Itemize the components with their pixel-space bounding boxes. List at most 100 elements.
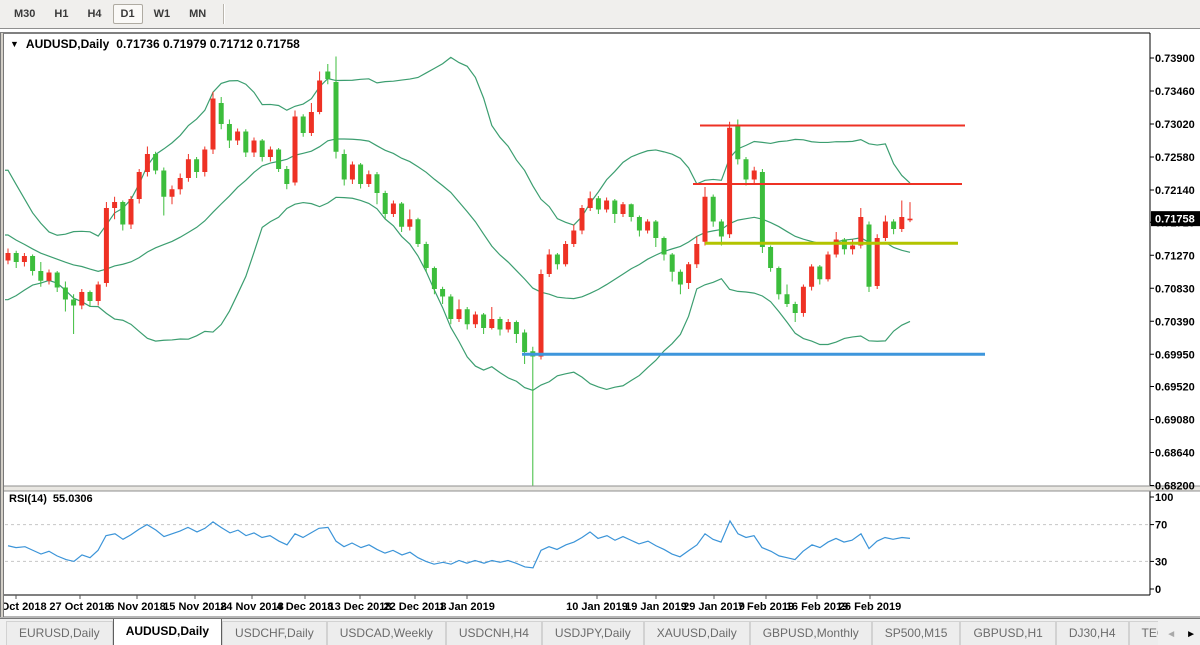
timeframe-toolbar: M30H1H4D1W1MN	[0, 0, 1200, 29]
candle-body	[342, 154, 347, 180]
candle-body	[276, 150, 281, 170]
timeframe-button-d1[interactable]: D1	[113, 4, 143, 24]
chart-title: ▼ AUDUSD,Daily 0.71736 0.71979 0.71712 0…	[10, 37, 300, 51]
chart-tab-gbpusd-monthly[interactable]: GBPUSD,Monthly	[750, 621, 872, 645]
candle-body	[407, 219, 412, 227]
timeframe-button-m30[interactable]: M30	[6, 4, 43, 24]
candle-body	[366, 174, 371, 184]
rsi-value: 55.0306	[53, 493, 93, 505]
candle-body	[457, 309, 462, 319]
candle-body	[883, 222, 888, 239]
chart-tab-gbpusd-h1[interactable]: GBPUSD,H1	[960, 621, 1055, 645]
candle-body	[481, 315, 486, 329]
candle-body	[817, 267, 822, 280]
rsi-axis-label: 0	[1155, 584, 1161, 596]
date-axis-label: 27 Oct 2018	[49, 601, 110, 613]
candle-body	[268, 150, 273, 158]
candle-body	[612, 201, 617, 215]
chart-tab-xauusd-daily[interactable]: XAUUSD,Daily	[644, 621, 750, 645]
candle-body	[79, 292, 84, 306]
window-left-frame	[0, 33, 4, 617]
candle-body	[703, 197, 708, 242]
chart-tab-usdcad-weekly[interactable]: USDCAD,Weekly	[327, 621, 446, 645]
mt4-window: 0.739000.734600.730200.725800.721400.717…	[0, 0, 1200, 645]
candle-body	[752, 171, 757, 180]
price-axis-label: 0.69080	[1155, 415, 1195, 427]
chart-tab-tech100-h[interactable]: TECH100,H	[1129, 621, 1158, 645]
candle-body	[71, 300, 76, 306]
candle-body	[653, 222, 658, 239]
candle-body	[563, 244, 568, 264]
candle-body	[170, 189, 175, 197]
price-axis-label: 0.73020	[1155, 119, 1195, 131]
tabs-scroll-left-icon[interactable]: ◄	[1166, 629, 1176, 640]
candle-body	[727, 128, 732, 235]
pane-splitter[interactable]	[0, 486, 1200, 491]
date-axis-label: 15 Nov 2018	[163, 601, 227, 613]
candle-body	[719, 222, 724, 237]
chart-tab-dj30-h4[interactable]: DJ30,H4	[1056, 621, 1129, 645]
price-axis-label: 0.68640	[1155, 448, 1195, 460]
candle-body	[96, 285, 101, 302]
date-axis-label: 22 Dec 2018	[384, 601, 447, 613]
candle-body	[678, 272, 683, 285]
candle-body	[6, 253, 11, 261]
candle-body	[432, 268, 437, 289]
chart-canvas[interactable]: 0.739000.734600.730200.725800.721400.717…	[0, 0, 1200, 645]
price-axis-label: 0.72580	[1155, 152, 1195, 164]
candle-body	[891, 222, 896, 230]
timeframe-button-mn[interactable]: MN	[181, 4, 214, 24]
candle-body	[621, 204, 626, 214]
candle-body	[301, 117, 306, 134]
chart-tab-sp500-m15[interactable]: SP500,M15	[872, 621, 961, 645]
chart-tab-usdjpy-daily[interactable]: USDJPY,Daily	[542, 621, 644, 645]
candle-body	[440, 289, 445, 297]
timeframe-button-w1[interactable]: W1	[146, 4, 179, 24]
chart-tab-audusd-daily[interactable]: AUDUSD,Daily	[113, 619, 222, 645]
bollinger-middle-band	[0, 139, 910, 299]
candle-body	[260, 141, 265, 158]
candle-body	[580, 208, 585, 231]
candle-body	[375, 174, 380, 193]
candle-body	[694, 244, 699, 264]
candle-body	[14, 253, 19, 262]
candle-body	[908, 219, 913, 221]
candle-body	[604, 201, 609, 210]
candle-body	[22, 256, 27, 262]
candle-body	[104, 208, 109, 283]
candle-body	[735, 126, 740, 160]
candle-body	[284, 169, 289, 184]
candle-body	[391, 204, 396, 215]
candle-body	[465, 309, 470, 324]
candle-body	[629, 204, 634, 217]
symbol-dropdown-icon[interactable]: ▼	[10, 39, 19, 49]
chart-tab-eurusd-daily[interactable]: EURUSD,Daily	[6, 621, 113, 645]
timeframe-button-h4[interactable]: H4	[79, 4, 109, 24]
candle-body	[498, 319, 503, 330]
candle-body	[309, 112, 314, 133]
price-axis-label: 0.68200	[1155, 481, 1195, 493]
date-axis-label: 10 Jan 2019	[566, 601, 628, 613]
date-axis-label: 4 Dec 2018	[277, 601, 334, 613]
candle-body	[858, 217, 863, 246]
chart-tab-usdchf-daily[interactable]: USDCHF,Daily	[222, 621, 327, 645]
candle-body	[875, 238, 880, 286]
candle-body	[112, 202, 117, 208]
date-axis-label: 6 Nov 2018	[108, 601, 165, 613]
chart-tab-usdcnh-h4[interactable]: USDCNH,H4	[446, 621, 542, 645]
tabs-scroll-right-icon[interactable]: ►	[1186, 629, 1196, 640]
price-axis-label: 0.70830	[1155, 283, 1195, 295]
chart-symbol-label: AUDUSD,Daily	[26, 37, 109, 51]
rsi-indicator-label: RSI(14) 55.0306	[9, 493, 93, 505]
candle-body	[63, 288, 68, 300]
timeframe-button-h1[interactable]: H1	[46, 4, 76, 24]
candle-body	[768, 247, 773, 268]
candle-body	[867, 225, 872, 287]
candle-body	[137, 172, 142, 199]
rsi-name: RSI(14)	[9, 493, 47, 505]
candle-body	[826, 255, 831, 280]
chart-tab-bar: EURUSD,DailyAUDUSD,DailyUSDCHF,DailyUSDC…	[0, 618, 1200, 645]
candle-body	[809, 267, 814, 287]
price-axis-label: 0.71270	[1155, 250, 1195, 262]
candle-body	[317, 81, 322, 113]
